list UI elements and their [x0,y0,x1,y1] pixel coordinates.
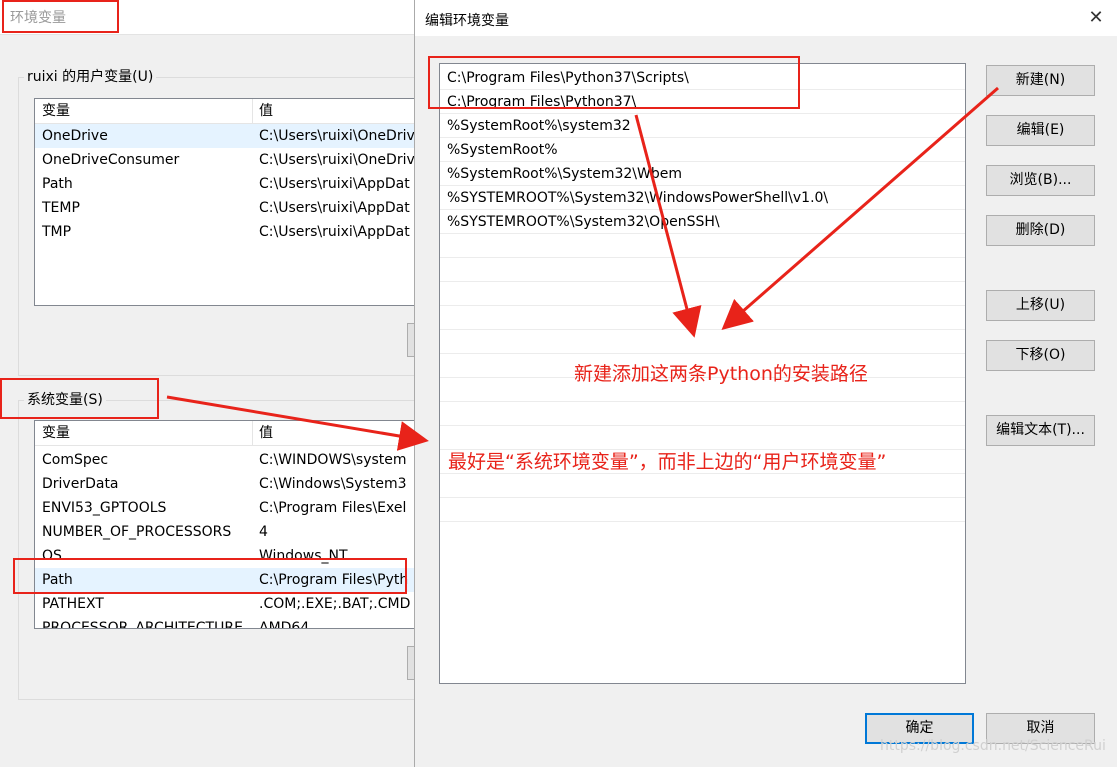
annotation-add-python-paths: 新建添加这两条Python的安装路径 [574,363,868,385]
arrow-from-new-button [721,86,999,330]
arrow-from-system-vars [166,395,429,451]
watermark: https://blog.csdn.net/ScienceRui [880,738,1106,754]
arrow-to-note-from-paths [634,114,702,338]
annotation-prefer-system-vars: 最好是“系统环境变量”，而非上边的“用户环境变量” [448,451,887,473]
annotation-arrows [166,86,999,451]
